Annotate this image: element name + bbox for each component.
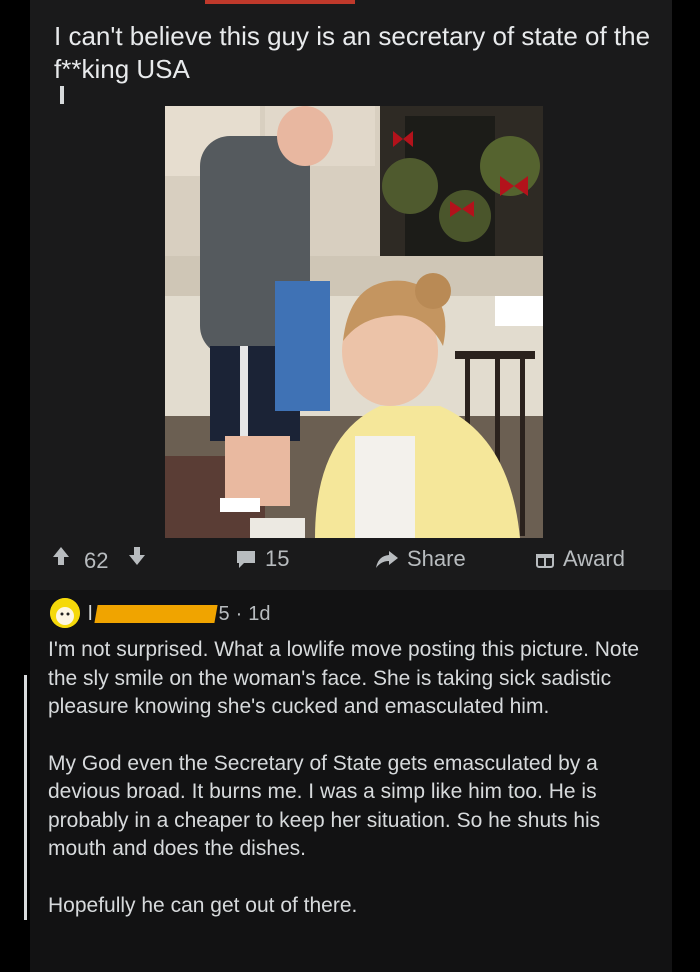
- comment-body: I'm not surprised. What a lowlife move p…: [48, 636, 658, 948]
- comments-button[interactable]: 15: [235, 546, 289, 572]
- gift-icon: [536, 554, 554, 568]
- comment-paragraph: My God even the Secretary of State gets …: [48, 751, 601, 861]
- comment: l 5 · 1d I'm not surprised. What a lowli…: [24, 590, 672, 972]
- share-label: Share: [407, 546, 466, 571]
- username-redaction: [94, 605, 219, 623]
- username-tail: 5: [218, 602, 230, 625]
- photo-illustration: [165, 106, 543, 538]
- comment-meta: l 5 · 1d: [88, 602, 271, 626]
- post-image[interactable]: [165, 106, 543, 538]
- thread-line[interactable]: [24, 675, 27, 920]
- comment-paragraph: I'm not surprised. What a lowlife move p…: [48, 638, 640, 718]
- award-button[interactable]: Award: [535, 546, 625, 572]
- action-bar: 62 15 Share Award: [30, 540, 672, 580]
- comment-age: 1d: [248, 602, 271, 625]
- avatar[interactable]: [50, 598, 80, 628]
- post-card: I can't believe this guy is an secretary…: [30, 0, 672, 590]
- upvote-button[interactable]: [52, 546, 78, 566]
- downvote-button[interactable]: [128, 546, 154, 566]
- left-marker: [60, 86, 64, 104]
- meta-separator: ·: [235, 602, 243, 625]
- comment-paragraph: Hopefully he can get out of there.: [48, 893, 358, 917]
- avatar-face-icon: [50, 598, 80, 628]
- award-label: Award: [563, 546, 625, 571]
- share-button[interactable]: Share: [375, 546, 466, 572]
- arrow-up-icon: [53, 547, 69, 565]
- arrow-down-icon: [129, 547, 145, 565]
- post-title[interactable]: I can't believe this guy is an secretary…: [54, 20, 654, 86]
- comment-bubble-icon: [237, 551, 255, 568]
- top-accent-bar: [205, 0, 355, 4]
- share-arrow-icon: [376, 551, 398, 568]
- username-initial[interactable]: l: [88, 603, 92, 626]
- comment-count: 15: [265, 546, 290, 571]
- vote-count: 62: [84, 548, 109, 573]
